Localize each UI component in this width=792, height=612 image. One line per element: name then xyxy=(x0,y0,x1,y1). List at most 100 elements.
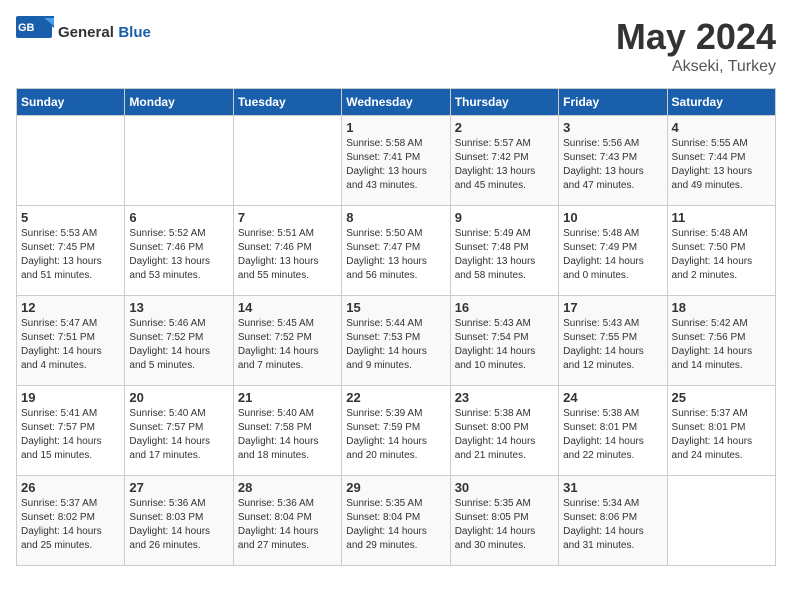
day-number: 3 xyxy=(563,120,662,135)
day-info: Sunrise: 5:43 AM Sunset: 7:55 PM Dayligh… xyxy=(563,317,662,373)
calendar-cell: 18 Sunrise: 5:42 AM Sunset: 7:56 PM Dayli… xyxy=(667,296,775,386)
day-header-wednesday: Wednesday xyxy=(342,89,450,116)
calendar-cell: 11 Sunrise: 5:48 AM Sunset: 7:50 PM Dayli… xyxy=(667,206,775,296)
day-info: Sunrise: 5:56 AM Sunset: 7:43 PM Dayligh… xyxy=(563,137,662,193)
calendar-cell xyxy=(233,116,341,206)
page-header: GB General Blue May 2024 Akseki, Turkey xyxy=(16,16,776,76)
day-number: 8 xyxy=(346,210,445,225)
day-number: 10 xyxy=(563,210,662,225)
day-number: 25 xyxy=(672,390,771,405)
calendar-body: 1 Sunrise: 5:58 AM Sunset: 7:41 PM Daylig… xyxy=(17,116,776,566)
day-number: 18 xyxy=(672,300,771,315)
day-info: Sunrise: 5:50 AM Sunset: 7:47 PM Dayligh… xyxy=(346,227,445,283)
day-number: 31 xyxy=(563,480,662,495)
calendar-cell: 15 Sunrise: 5:44 AM Sunset: 7:53 PM Dayli… xyxy=(342,296,450,386)
day-number: 15 xyxy=(346,300,445,315)
calendar-cell: 27 Sunrise: 5:36 AM Sunset: 8:03 PM Dayli… xyxy=(125,476,233,566)
day-number: 27 xyxy=(129,480,228,495)
calendar-week-row: 12 Sunrise: 5:47 AM Sunset: 7:51 PM Dayli… xyxy=(17,296,776,386)
day-info: Sunrise: 5:45 AM Sunset: 7:52 PM Dayligh… xyxy=(238,317,337,373)
calendar-cell: 6 Sunrise: 5:52 AM Sunset: 7:46 PM Daylig… xyxy=(125,206,233,296)
day-info: Sunrise: 5:40 AM Sunset: 7:58 PM Dayligh… xyxy=(238,407,337,463)
day-info: Sunrise: 5:37 AM Sunset: 8:02 PM Dayligh… xyxy=(21,497,120,553)
day-info: Sunrise: 5:36 AM Sunset: 8:03 PM Dayligh… xyxy=(129,497,228,553)
day-info: Sunrise: 5:44 AM Sunset: 7:53 PM Dayligh… xyxy=(346,317,445,373)
day-info: Sunrise: 5:39 AM Sunset: 7:59 PM Dayligh… xyxy=(346,407,445,463)
day-info: Sunrise: 5:52 AM Sunset: 7:46 PM Dayligh… xyxy=(129,227,228,283)
day-number: 5 xyxy=(21,210,120,225)
day-number: 22 xyxy=(346,390,445,405)
calendar-cell: 31Sunrise: 5:34 AM Sunset: 8:06 PM Dayli… xyxy=(559,476,667,566)
day-info: Sunrise: 5:51 AM Sunset: 7:46 PM Dayligh… xyxy=(238,227,337,283)
location-title: Akseki, Turkey xyxy=(616,58,776,76)
day-number: 4 xyxy=(672,120,771,135)
day-info: Sunrise: 5:41 AM Sunset: 7:57 PM Dayligh… xyxy=(21,407,120,463)
calendar-table: SundayMondayTuesdayWednesdayThursdayFrid… xyxy=(16,88,776,566)
calendar-week-row: 26Sunrise: 5:37 AM Sunset: 8:02 PM Dayli… xyxy=(17,476,776,566)
calendar-header-row: SundayMondayTuesdayWednesdayThursdayFrid… xyxy=(17,89,776,116)
day-number: 17 xyxy=(563,300,662,315)
logo: GB General Blue xyxy=(16,16,151,50)
day-info: Sunrise: 5:40 AM Sunset: 7:57 PM Dayligh… xyxy=(129,407,228,463)
calendar-cell: 17 Sunrise: 5:43 AM Sunset: 7:55 PM Dayli… xyxy=(559,296,667,386)
calendar-cell: 8 Sunrise: 5:50 AM Sunset: 7:47 PM Daylig… xyxy=(342,206,450,296)
calendar-cell: 1 Sunrise: 5:58 AM Sunset: 7:41 PM Daylig… xyxy=(342,116,450,206)
day-number: 21 xyxy=(238,390,337,405)
calendar-cell xyxy=(17,116,125,206)
day-number: 30 xyxy=(455,480,554,495)
calendar-cell: 23Sunrise: 5:38 AM Sunset: 8:00 PM Dayli… xyxy=(450,386,558,476)
day-info: Sunrise: 5:53 AM Sunset: 7:45 PM Dayligh… xyxy=(21,227,120,283)
day-info: Sunrise: 5:55 AM Sunset: 7:44 PM Dayligh… xyxy=(672,137,771,193)
calendar-week-row: 19 Sunrise: 5:41 AM Sunset: 7:57 PM Dayli… xyxy=(17,386,776,476)
calendar-cell: 4 Sunrise: 5:55 AM Sunset: 7:44 PM Daylig… xyxy=(667,116,775,206)
day-number: 20 xyxy=(129,390,228,405)
day-number: 11 xyxy=(672,210,771,225)
day-info: Sunrise: 5:48 AM Sunset: 7:49 PM Dayligh… xyxy=(563,227,662,283)
calendar-cell: 26Sunrise: 5:37 AM Sunset: 8:02 PM Dayli… xyxy=(17,476,125,566)
calendar-cell: 30Sunrise: 5:35 AM Sunset: 8:05 PM Dayli… xyxy=(450,476,558,566)
logo-icon: GB xyxy=(16,16,54,50)
day-info: Sunrise: 5:47 AM Sunset: 7:51 PM Dayligh… xyxy=(21,317,120,373)
calendar-cell: 3 Sunrise: 5:56 AM Sunset: 7:43 PM Daylig… xyxy=(559,116,667,206)
day-header-monday: Monday xyxy=(125,89,233,116)
calendar-cell: 5 Sunrise: 5:53 AM Sunset: 7:45 PM Daylig… xyxy=(17,206,125,296)
day-header-tuesday: Tuesday xyxy=(233,89,341,116)
day-info: Sunrise: 5:42 AM Sunset: 7:56 PM Dayligh… xyxy=(672,317,771,373)
day-info: Sunrise: 5:46 AM Sunset: 7:52 PM Dayligh… xyxy=(129,317,228,373)
day-info: Sunrise: 5:43 AM Sunset: 7:54 PM Dayligh… xyxy=(455,317,554,373)
day-info: Sunrise: 5:58 AM Sunset: 7:41 PM Dayligh… xyxy=(346,137,445,193)
day-info: Sunrise: 5:48 AM Sunset: 7:50 PM Dayligh… xyxy=(672,227,771,283)
day-number: 2 xyxy=(455,120,554,135)
calendar-cell: 13Sunrise: 5:46 AM Sunset: 7:52 PM Dayli… xyxy=(125,296,233,386)
calendar-cell: 25 Sunrise: 5:37 AM Sunset: 8:01 PM Dayli… xyxy=(667,386,775,476)
day-info: Sunrise: 5:57 AM Sunset: 7:42 PM Dayligh… xyxy=(455,137,554,193)
month-title: May 2024 xyxy=(616,16,776,58)
day-number: 12 xyxy=(21,300,120,315)
day-info: Sunrise: 5:37 AM Sunset: 8:01 PM Dayligh… xyxy=(672,407,771,463)
calendar-cell: 21 Sunrise: 5:40 AM Sunset: 7:58 PM Dayli… xyxy=(233,386,341,476)
calendar-cell: 7 Sunrise: 5:51 AM Sunset: 7:46 PM Daylig… xyxy=(233,206,341,296)
logo-general: General xyxy=(58,24,114,41)
day-number: 19 xyxy=(21,390,120,405)
calendar-cell: 28Sunrise: 5:36 AM Sunset: 8:04 PM Dayli… xyxy=(233,476,341,566)
day-number: 28 xyxy=(238,480,337,495)
calendar-cell: 14 Sunrise: 5:45 AM Sunset: 7:52 PM Dayli… xyxy=(233,296,341,386)
day-number: 1 xyxy=(346,120,445,135)
calendar-cell: 24Sunrise: 5:38 AM Sunset: 8:01 PM Dayli… xyxy=(559,386,667,476)
day-number: 16 xyxy=(455,300,554,315)
day-number: 6 xyxy=(129,210,228,225)
day-info: Sunrise: 5:38 AM Sunset: 8:01 PM Dayligh… xyxy=(563,407,662,463)
calendar-week-row: 5 Sunrise: 5:53 AM Sunset: 7:45 PM Daylig… xyxy=(17,206,776,296)
day-header-thursday: Thursday xyxy=(450,89,558,116)
day-header-friday: Friday xyxy=(559,89,667,116)
svg-text:GB: GB xyxy=(18,22,35,34)
calendar-cell xyxy=(667,476,775,566)
calendar-cell: 10 Sunrise: 5:48 AM Sunset: 7:49 PM Dayli… xyxy=(559,206,667,296)
calendar-cell: 22 Sunrise: 5:39 AM Sunset: 7:59 PM Dayli… xyxy=(342,386,450,476)
calendar-week-row: 1 Sunrise: 5:58 AM Sunset: 7:41 PM Daylig… xyxy=(17,116,776,206)
calendar-cell: 29Sunrise: 5:35 AM Sunset: 8:04 PM Dayli… xyxy=(342,476,450,566)
day-number: 7 xyxy=(238,210,337,225)
day-number: 14 xyxy=(238,300,337,315)
calendar-cell: 20 Sunrise: 5:40 AM Sunset: 7:57 PM Dayli… xyxy=(125,386,233,476)
calendar-cell xyxy=(125,116,233,206)
